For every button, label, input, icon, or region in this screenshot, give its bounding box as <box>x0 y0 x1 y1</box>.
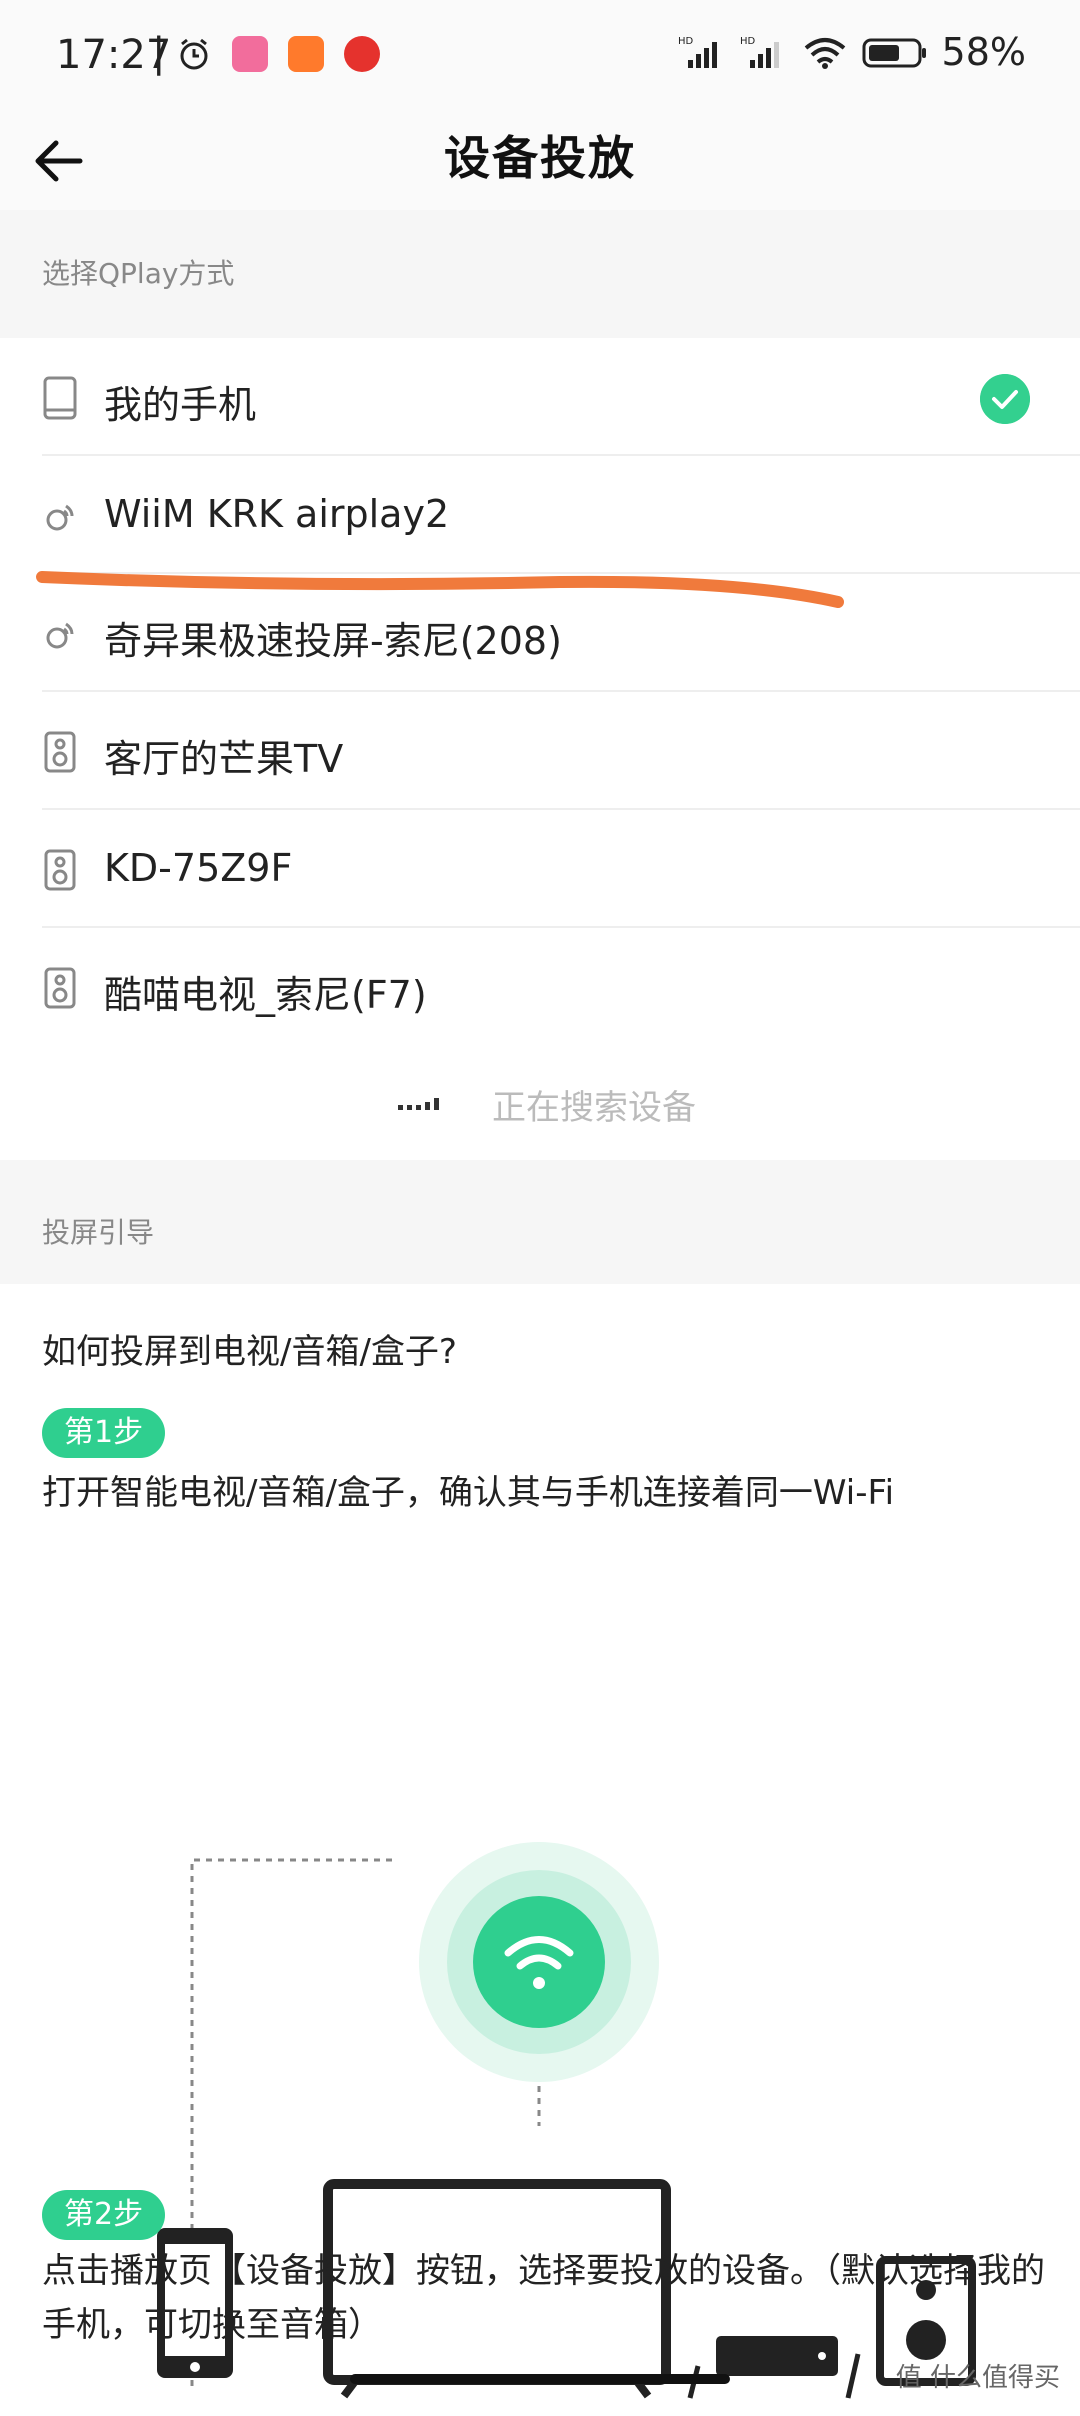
step2-text: 点击播放页【设备投放】按钮，选择要投放的设备。（默认选择我的手机，可切换至音箱） <box>42 2251 1045 2345</box>
signal-icon-2: HD <box>740 36 779 68</box>
speaker-icon <box>44 967 76 1009</box>
page-title: 设备投放 <box>444 131 636 185</box>
device-label: WiiM KRK airplay2 <box>104 492 450 536</box>
bilibili-app-icon <box>232 36 268 72</box>
device-item-my-phone[interactable]: 我的手机 <box>0 338 1080 456</box>
home-indicator[interactable] <box>350 2374 730 2384</box>
searching-text: 正在搜索设备 <box>492 1088 696 1128</box>
device-label: 奇异果极速投屏-索尼(208) <box>104 619 562 663</box>
signal-icon: HD <box>678 36 717 68</box>
searching-row: 正在搜索设备 <box>0 1044 1080 1160</box>
svg-text:HD: HD <box>678 36 694 47</box>
wifi-icon <box>804 38 845 69</box>
section-header-qplay: 选择QPlay方式 <box>0 210 1080 338</box>
battery-icon <box>862 38 926 68</box>
device-item-kumiao[interactable]: 酷喵电视_索尼(F7) <box>0 928 1080 1046</box>
step1-badge: 第1步 <box>42 1408 166 1458</box>
device-label: 我的手机 <box>104 383 257 427</box>
status-indicators: HD HD 58% <box>678 30 1026 74</box>
smzdm-app-icon <box>344 36 380 72</box>
guide-panel: 如何投屏到电视/音箱/盒子? 第1步 打开智能电视/音箱/盒子，确认其与手机连接… <box>0 1284 1080 2400</box>
speaker-icon <box>44 731 76 773</box>
status-separator: | <box>152 30 166 76</box>
airplay-icon <box>46 622 74 649</box>
phone-icon <box>43 376 77 420</box>
svg-text:HD: HD <box>740 36 756 47</box>
status-bar: 17:27 | HD HD 58% <box>0 0 1080 116</box>
step1-text: 打开智能电视/音箱/盒子，确认其与手机连接着同一Wi-Fi <box>42 1473 895 1513</box>
device-item-kd75z9f[interactable]: KD-75Z9F <box>0 810 1080 928</box>
device-label: 客厅的芒果TV <box>104 737 344 781</box>
device-label: 酷喵电视_索尼(F7) <box>104 973 427 1017</box>
app-header: 设备投放 <box>0 116 1080 210</box>
taobao-app-icon <box>288 36 324 72</box>
battery-level: 58% <box>941 30 1026 74</box>
airplay-icon <box>46 504 74 531</box>
annotation-underline <box>36 571 844 608</box>
guide-question: 如何投屏到电视/音箱/盒子? <box>42 1332 457 1372</box>
watermark: 值 什么值得买 <box>895 2363 1060 2393</box>
device-list: 我的手机 WiiM KRK airplay2 奇异果极速投屏-索尼(208) 客… <box>0 338 1080 1046</box>
loading-icon <box>398 1098 439 1110</box>
check-icon <box>980 374 1030 424</box>
alarm-icon <box>180 38 208 70</box>
section-header-guide: 投屏引导 <box>0 1160 1080 1284</box>
device-item-wiim[interactable]: WiiM KRK airplay2 <box>0 456 1080 574</box>
wifi-badge <box>473 1896 605 2028</box>
notification-icons <box>176 36 380 72</box>
device-item-mango-tv[interactable]: 客厅的芒果TV <box>0 692 1080 810</box>
slash-separator <box>845 2353 861 2399</box>
speaker-icon <box>44 849 76 891</box>
step2-badge: 第2步 <box>42 2190 166 2240</box>
device-label: KD-75Z9F <box>104 846 293 890</box>
